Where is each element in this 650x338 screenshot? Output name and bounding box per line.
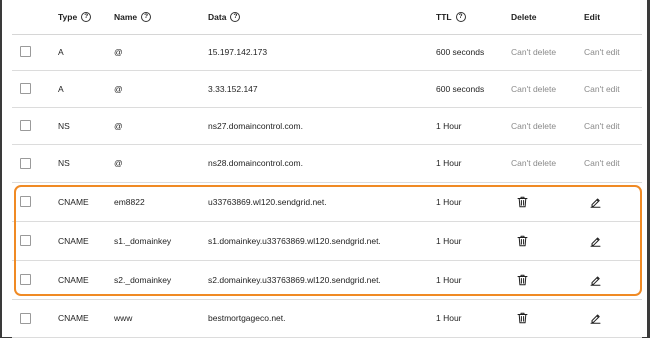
- delete-button[interactable]: [517, 260, 528, 299]
- column-header-ttl[interactable]: TTL?: [436, 0, 466, 34]
- cell-ttl: 1 Hour: [436, 120, 462, 131]
- edit-button[interactable]: [590, 182, 601, 221]
- column-header-data[interactable]: Data?: [208, 0, 241, 34]
- dns-records-panel: Type? Name? Data? TTL? Delete Edit A @15.…: [2, 0, 647, 338]
- cell-edit-status: Can't edit: [584, 158, 620, 168]
- cell-data: s2.domainkey.u33763869.wl120.sendgrid.ne…: [208, 274, 381, 285]
- cell-ttl: 1 Hour: [436, 274, 462, 285]
- cell-data: ns27.domaincontrol.com.: [208, 120, 303, 131]
- row-checkbox[interactable]: [20, 235, 31, 246]
- table-row: CNAME em8822 u33763869.wl120.sendgrid.net.…: [12, 182, 642, 222]
- cell-data: u33763869.wl120.sendgrid.net.: [208, 196, 327, 207]
- cell-ttl: 600 seconds: [436, 83, 485, 94]
- delete-button[interactable]: [517, 182, 528, 221]
- help-icon[interactable]: ?: [455, 12, 466, 22]
- cell-data: 15.197.142.173: [208, 46, 268, 57]
- trash-icon: [517, 312, 528, 324]
- table-row: CNAME s1._domainkey s1.domainkey.u33763869…: [12, 221, 642, 261]
- cell-type: A: [58, 46, 64, 57]
- edit-button[interactable]: [590, 221, 601, 260]
- delete-button[interactable]: [517, 299, 528, 337]
- cell-delete-status: Can't delete: [511, 158, 557, 168]
- cell-name: s2._domainkey: [114, 274, 172, 285]
- row-checkbox[interactable]: [20, 196, 31, 207]
- cell-name: @: [114, 46, 123, 57]
- table-row: NS @ ns28.domaincontrol.com. 1 Hour Can't de…: [12, 144, 642, 183]
- cell-name: em8822: [114, 196, 145, 207]
- cell-name: @: [114, 83, 123, 94]
- cell-ttl: 600 seconds: [436, 46, 485, 57]
- delete-button[interactable]: [517, 221, 528, 260]
- column-header-name[interactable]: Name?: [114, 0, 152, 34]
- table-row: A @15.197.142.173 600 seconds Can't delete C…: [12, 33, 642, 71]
- cell-name: @: [114, 120, 123, 131]
- cell-type: CNAME: [58, 196, 89, 207]
- column-header-type[interactable]: Type?: [58, 0, 92, 34]
- cell-edit-status: Can't edit: [584, 120, 620, 131]
- row-checkbox[interactable]: [20, 83, 31, 94]
- pencil-icon: [590, 196, 601, 208]
- cell-ttl: 1 Hour: [436, 158, 462, 168]
- cell-type: CNAME: [58, 235, 89, 246]
- cell-type: A: [58, 83, 64, 94]
- cell-delete-status: Can't delete: [511, 46, 557, 57]
- cell-delete-status: Can't delete: [511, 83, 557, 94]
- cell-ttl: 1 Hour: [436, 313, 462, 323]
- cell-name: @: [114, 158, 123, 168]
- cell-type: CNAME: [58, 313, 89, 323]
- cell-type: CNAME: [58, 274, 89, 285]
- cell-ttl: 1 Hour: [436, 235, 462, 246]
- cell-edit-status: Can't edit: [584, 83, 620, 94]
- help-icon[interactable]: ?: [230, 12, 241, 22]
- row-checkbox[interactable]: [20, 120, 31, 131]
- cell-type: NS: [58, 120, 70, 131]
- cell-edit-status: Can't edit: [584, 46, 620, 57]
- table-row: A @3.33.152.147 600 seconds Can't delete Can…: [12, 70, 642, 108]
- cell-data: s1.domainkey.u33763869.wl120.sendgrid.ne…: [208, 235, 381, 246]
- pencil-icon: [590, 312, 601, 324]
- row-checkbox[interactable]: [20, 46, 31, 57]
- cell-name: s1._domainkey: [114, 235, 172, 246]
- table-header: Type? Name? Data? TTL? Delete Edit: [12, 0, 642, 35]
- table-row: NS @ ns27.domaincontrol.com. 1 Hour Can't de…: [12, 107, 642, 145]
- pencil-icon: [590, 235, 601, 247]
- cell-data: bestmortgageco.net.: [208, 313, 286, 323]
- cell-ttl: 1 Hour: [436, 196, 462, 207]
- row-checkbox[interactable]: [20, 274, 31, 285]
- cell-name: www: [114, 313, 133, 323]
- help-icon[interactable]: ?: [81, 12, 92, 22]
- cell-type: NS: [58, 158, 70, 168]
- cell-data: 3.33.152.147: [208, 83, 258, 94]
- column-header-edit: Edit: [584, 12, 601, 22]
- table-row: CNAME www bestmortgageco.net. 1 Hour: [12, 299, 642, 338]
- pencil-icon: [590, 274, 601, 286]
- edit-button[interactable]: [590, 260, 601, 299]
- row-checkbox[interactable]: [20, 157, 31, 169]
- column-header-delete: Delete: [511, 12, 537, 22]
- help-icon[interactable]: ?: [141, 12, 152, 22]
- trash-icon: [517, 235, 528, 247]
- cell-data: ns28.domaincontrol.com.: [208, 158, 303, 168]
- row-checkbox[interactable]: [20, 312, 31, 324]
- trash-icon: [517, 196, 528, 208]
- trash-icon: [517, 274, 528, 286]
- edit-button[interactable]: [590, 299, 601, 337]
- table-row: CNAME s2._domainkey s2.domainkey.u33763869…: [12, 260, 642, 300]
- cell-delete-status: Can't delete: [511, 120, 557, 131]
